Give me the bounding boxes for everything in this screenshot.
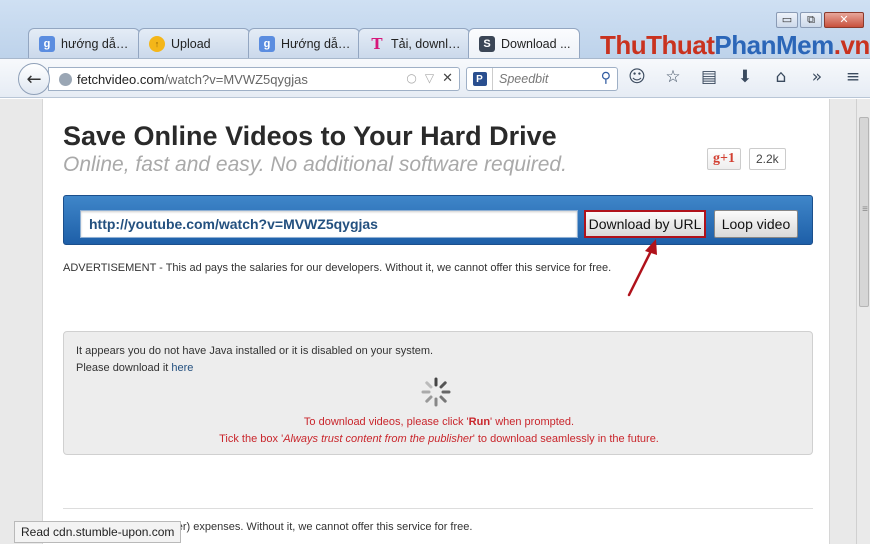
back-button[interactable]: ← xyxy=(18,63,50,95)
search-placeholder: Speedbit xyxy=(499,72,549,86)
google-plus-widget: g+1 2.2k xyxy=(707,147,786,171)
google-plus-count: 2.2k xyxy=(748,148,786,170)
bookmark-star-icon[interactable]: ☆ xyxy=(662,67,684,87)
overflow-chevron-icon[interactable]: » xyxy=(806,67,828,87)
url-path: /watch?v=MVWZ5qygjas xyxy=(164,71,308,87)
menu-icon[interactable]: ≡ xyxy=(842,67,864,87)
java-missing-text: It appears you do not have Java installe… xyxy=(76,345,434,357)
s-icon: S xyxy=(479,35,495,52)
bookmarks-list-icon[interactable]: ▤ xyxy=(698,67,720,87)
close-window-button[interactable]: ✕ xyxy=(824,12,864,28)
java-notice-box: It appears you do not have Java installe… xyxy=(63,331,813,455)
page-title: Save Online Videos to Your Hard Drive xyxy=(63,121,557,151)
browser-viewport: Save Online Videos to Your Hard Drive On… xyxy=(0,99,870,544)
search-icon[interactable]: ⚲ xyxy=(601,70,611,86)
java-trust-instruction: Tick the box 'Always trust content from … xyxy=(219,433,659,445)
download-by-url-button[interactable]: Download by URL xyxy=(584,210,706,238)
tab-label: Upload xyxy=(171,36,211,51)
toolbar-icons: ☺ ☆ ▤ ⬇ ⌂ » ≡ xyxy=(626,67,864,87)
java-download-text: Please download it here xyxy=(76,362,194,374)
reader-icon[interactable]: ○ xyxy=(406,71,416,86)
downloads-icon[interactable]: ⬇ xyxy=(734,67,756,87)
globe-icon xyxy=(59,72,72,86)
dropdown-icon[interactable]: ▽ xyxy=(425,71,434,86)
tab-4[interactable]: T Tải, downlo... xyxy=(358,28,470,58)
home-icon[interactable]: ⌂ xyxy=(770,67,792,87)
java-download-link[interactable]: here xyxy=(171,362,193,374)
tab-strip: g hướng dẫn ... ↑ Upload g Hướng dẫn... … xyxy=(28,28,580,58)
scrollbar-thumb[interactable] xyxy=(859,117,870,307)
google-icon: g xyxy=(259,35,275,52)
window-titlebar: ▭ ⧉ ✕ g hướng dẫn ... ↑ Upload g Hướng d… xyxy=(0,0,870,60)
tab-label: Tải, downlo... xyxy=(391,36,461,51)
speedbit-icon: P xyxy=(472,72,487,86)
search-engine-selector[interactable]: P xyxy=(467,68,493,90)
url-icons: ○ ▽ ✕ xyxy=(406,71,453,86)
tab-label: Download ... xyxy=(501,36,571,51)
google-icon: g xyxy=(39,35,55,52)
video-url-panel: http://youtube.com/watch?v=MVWZ5qygjas D… xyxy=(63,195,813,245)
watermark-logo: ThuThuatPhanMem.vn xyxy=(600,30,870,60)
video-url-input[interactable]: http://youtube.com/watch?v=MVWZ5qygjas xyxy=(80,210,578,238)
t-icon: T xyxy=(371,34,383,53)
stop-icon[interactable]: ✕ xyxy=(442,71,453,86)
loading-spinner-icon xyxy=(421,377,451,407)
page-tagline: Online, fast and easy. No additional sof… xyxy=(63,153,567,176)
web-page: Save Online Videos to Your Hard Drive On… xyxy=(42,99,830,544)
vertical-scrollbar[interactable] xyxy=(856,99,870,544)
tab-3[interactable]: g Hướng dẫn... xyxy=(248,28,360,58)
minimize-button[interactable]: ▭ xyxy=(776,12,798,28)
address-bar[interactable]: fetchvideo.com/watch?v=MVWZ5qygjas ○ ▽ ✕ xyxy=(48,67,460,91)
url-domain: fetchvideo.com xyxy=(77,71,165,87)
tab-2[interactable]: ↑ Upload xyxy=(138,28,250,58)
addon-icon[interactable]: ☺ xyxy=(626,67,648,87)
red-arrow-annotation xyxy=(627,239,657,297)
loop-video-button[interactable]: Loop video xyxy=(714,210,798,238)
restore-button[interactable]: ⧉ xyxy=(800,12,822,28)
section-divider xyxy=(63,508,813,509)
java-run-instruction: To download videos, please click 'Run' w… xyxy=(303,416,575,428)
search-bar[interactable]: P Speedbit ⚲ xyxy=(466,67,618,91)
status-bar: Read cdn.stumble-upon.com xyxy=(14,521,182,543)
tab-label: Hướng dẫn... xyxy=(281,36,351,51)
advertisement-note: ADVERTISEMENT - This ad pays the salarie… xyxy=(63,262,612,274)
tab-5-active[interactable]: S Download ... xyxy=(468,28,580,58)
navigation-bar: fetchvideo.com/watch?v=MVWZ5qygjas ○ ▽ ✕… xyxy=(0,58,870,98)
tab-1[interactable]: g hướng dẫn ... xyxy=(28,28,140,58)
google-plus-button[interactable]: g+1 xyxy=(707,148,741,170)
window-controls: ▭ ⧉ ✕ xyxy=(776,12,864,28)
upload-icon: ↑ xyxy=(149,35,165,52)
tab-label: hướng dẫn ... xyxy=(61,36,131,51)
